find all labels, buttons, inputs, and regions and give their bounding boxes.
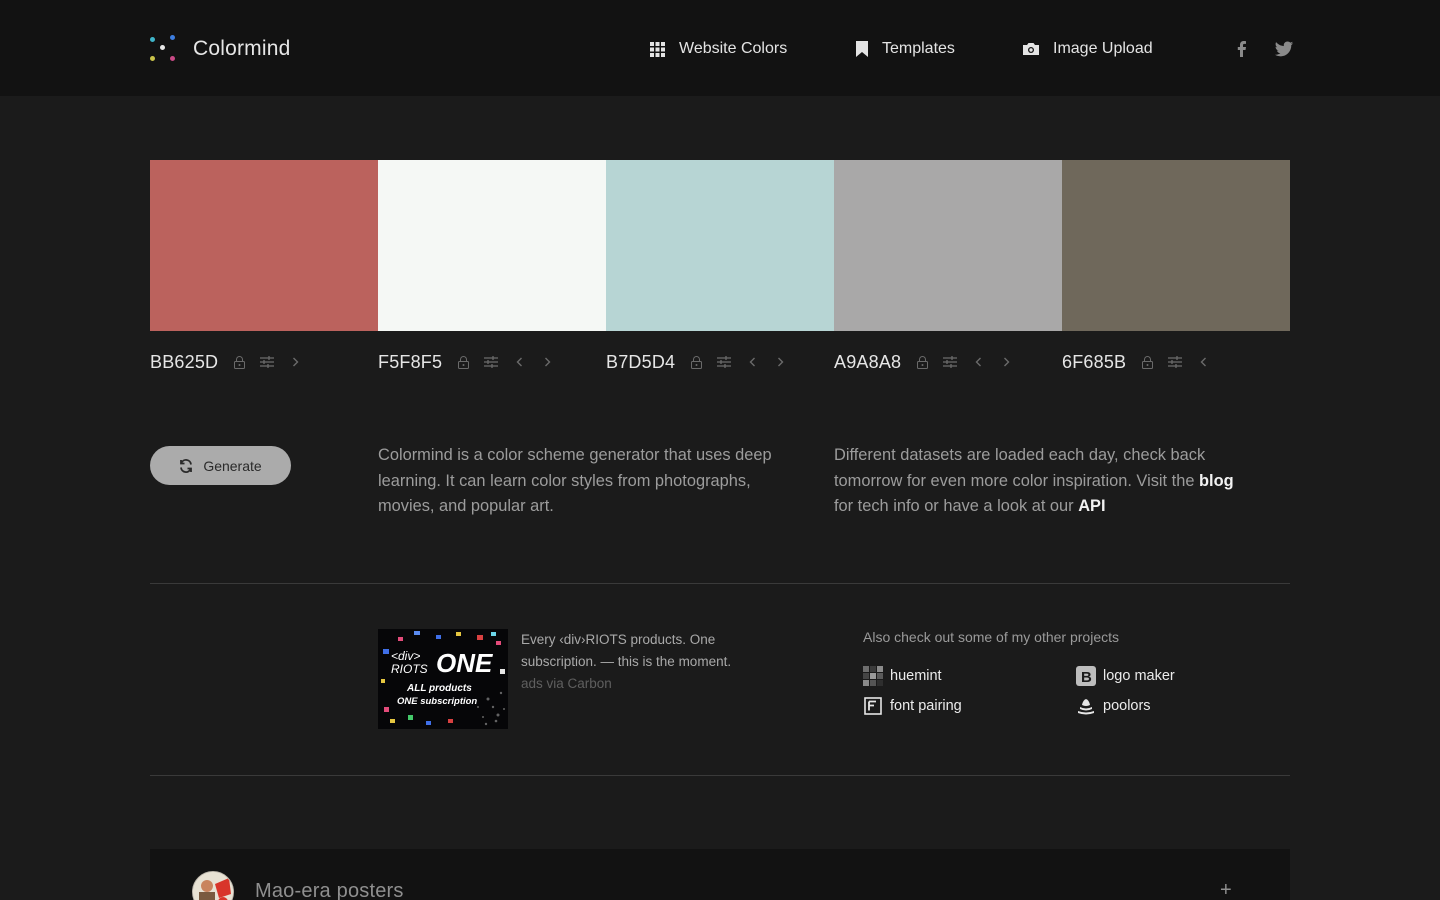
project-link-huemint[interactable]: huemint [863, 666, 942, 686]
move-left-icon[interactable] [512, 355, 526, 369]
project-label: font pairing [890, 698, 962, 714]
brand-name: Colormind [193, 37, 291, 60]
project-link-poolors[interactable]: poolors [1076, 696, 1151, 716]
adjust-sliders-icon[interactable] [1168, 355, 1183, 369]
project-label: logo maker [1103, 668, 1175, 684]
grid-icon [650, 41, 665, 57]
ad-image-text: ONE [436, 648, 493, 678]
project-label: huemint [890, 668, 942, 684]
hex-code[interactable]: 6F685B [1062, 352, 1126, 373]
svg-text:B: B [1081, 669, 1092, 686]
twitter-icon [1274, 41, 1294, 57]
poolors-icon [1076, 696, 1096, 716]
hex-code[interactable]: BB625D [150, 352, 218, 373]
brand-logo[interactable]: Colormind [150, 34, 291, 64]
twitter-link[interactable] [1274, 39, 1294, 59]
divider [150, 583, 1290, 584]
nav-label: Website Colors [679, 40, 788, 57]
nav-image-upload[interactable]: Image Upload [1023, 37, 1153, 61]
blog-link[interactable]: blog [1199, 472, 1234, 490]
datasets-text: Different datasets are loaded each day, … [834, 446, 1206, 490]
colormind-logo-icon [150, 35, 178, 63]
project-label: poolors [1103, 698, 1151, 714]
lock-icon[interactable] [232, 355, 246, 369]
swatch-control-group: B7D5D4 [606, 348, 834, 376]
ad-image-text: RIOTS [391, 662, 428, 676]
generate-label: Generate [203, 457, 262, 474]
swatch-control-group: F5F8F5 [378, 348, 606, 376]
ad-image-text: ALL products [406, 683, 472, 694]
collection-avatar [192, 871, 234, 900]
ad-image-text: <div> [391, 649, 420, 663]
generate-button[interactable]: Generate [150, 446, 291, 485]
ad-image[interactable]: <div> RIOTS ONE ALL products ONE subscri… [378, 629, 508, 729]
nav-label: Image Upload [1053, 40, 1153, 57]
lock-icon[interactable] [689, 355, 703, 369]
adjust-sliders-icon[interactable] [484, 355, 499, 369]
move-left-icon[interactable] [971, 355, 985, 369]
project-link-logo-maker[interactable]: B logo maker [1076, 666, 1175, 686]
move-right-icon[interactable] [999, 355, 1013, 369]
palette-controls: BB625D F5F8F5 B7D5D4 A9A8A8 6F685B [150, 348, 1290, 378]
hex-code[interactable]: B7D5D4 [606, 352, 675, 373]
move-right-icon[interactable] [773, 355, 787, 369]
intro-datasets-note: Different datasets are loaded each day, … [834, 443, 1244, 520]
move-right-icon[interactable] [540, 355, 554, 369]
hex-code[interactable]: A9A8A8 [834, 352, 901, 373]
expand-collection-button[interactable]: + [1220, 879, 1232, 900]
divider [150, 775, 1290, 776]
datasets-text-2: for tech info or have a look at our [834, 497, 1079, 515]
logo-maker-icon: B [1076, 666, 1096, 686]
move-left-icon[interactable] [1196, 355, 1210, 369]
camera-icon [1023, 43, 1039, 55]
nav-templates[interactable]: Templates [856, 37, 955, 61]
font-pairing-icon [863, 696, 883, 716]
projects-heading: Also check out some of my other projects [863, 629, 1119, 645]
huemint-icon [863, 666, 883, 686]
move-left-icon[interactable] [745, 355, 759, 369]
nav-website-colors[interactable]: Website Colors [650, 37, 787, 61]
hex-code[interactable]: F5F8F5 [378, 352, 442, 373]
top-navigation-bar: Colormind Website Colors Templates Image… [0, 0, 1440, 96]
adjust-sliders-icon[interactable] [260, 355, 275, 369]
ad-copy: Every ‹div›RIOTS products. One subscript… [521, 629, 761, 695]
lock-icon[interactable] [456, 355, 470, 369]
color-swatch[interactable] [150, 160, 378, 331]
ad-image-text: ONE subscription [397, 696, 477, 707]
adjust-sliders-icon[interactable] [717, 355, 732, 369]
project-link-font-pairing[interactable]: font pairing [863, 696, 962, 716]
swatch-control-group: BB625D [150, 348, 378, 376]
bookmark-icon [856, 41, 868, 57]
api-link[interactable]: API [1078, 497, 1105, 515]
color-palette [150, 160, 1290, 331]
adjust-sliders-icon[interactable] [943, 355, 958, 369]
ad-via-link[interactable]: ads via Carbon [521, 676, 612, 691]
intro-description: Colormind is a color scheme generator th… [378, 446, 772, 515]
facebook-icon [1237, 41, 1246, 57]
collection-panel[interactable]: Mao-era posters + [150, 849, 1290, 900]
color-swatch[interactable] [834, 160, 1062, 331]
collection-title: Mao-era posters [255, 880, 404, 900]
move-right-icon[interactable] [288, 355, 302, 369]
refresh-icon [180, 458, 193, 473]
ad-artwork: <div> RIOTS ONE ALL products ONE subscri… [378, 629, 508, 729]
nav-label: Templates [882, 40, 955, 57]
color-swatch[interactable] [378, 160, 606, 331]
color-swatch[interactable] [1062, 160, 1290, 331]
lock-icon[interactable] [915, 355, 929, 369]
swatch-control-group: A9A8A8 [834, 348, 1062, 376]
ad-text[interactable]: Every ‹div›RIOTS products. One subscript… [521, 632, 731, 669]
lock-icon[interactable] [1140, 355, 1154, 369]
color-swatch[interactable] [606, 160, 834, 331]
facebook-link[interactable] [1232, 39, 1252, 59]
swatch-control-group: 6F685B [1062, 348, 1290, 376]
